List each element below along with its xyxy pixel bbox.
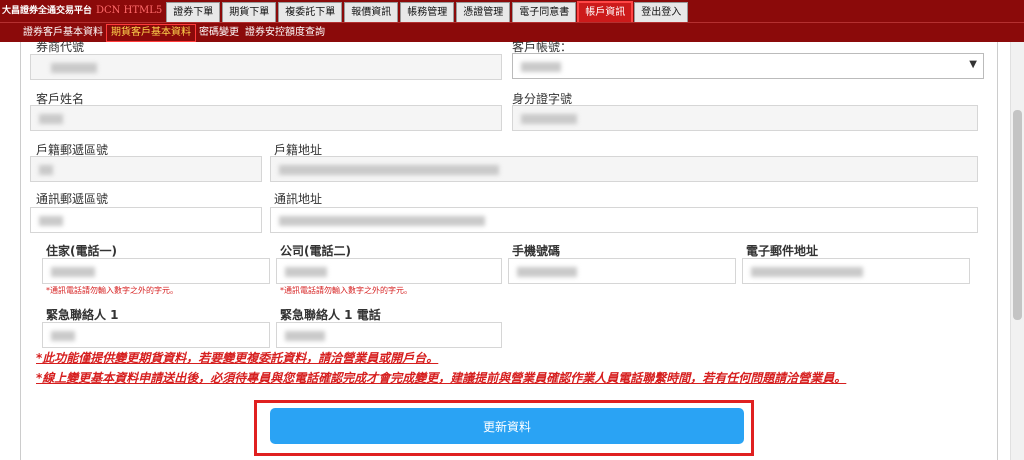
emergency-phone-label: 緊急聯絡人 1 電話 (280, 308, 381, 322)
id-number-field[interactable] (512, 105, 978, 131)
subnav-security-limit-query[interactable]: 證券安控額度查詢 (242, 25, 328, 41)
scrollbar-thumb[interactable] (1013, 110, 1022, 320)
tab-sub-brokerage-order[interactable]: 複委託下單 (278, 2, 343, 22)
mobile-label: 手機號碼 (512, 244, 561, 258)
notice-futures-only: *此功能僅提供變更期貨資料，若要變更複委託資料，請洽營業員或開戶台。 (36, 351, 439, 365)
top-menu-bar: 大昌證券全通交易平台 DCN HTML5 證券下單 期貨下單 複委託下單 報價資… (0, 0, 1024, 23)
tab-quotes[interactable]: 報價資訊 (344, 2, 399, 22)
registered-zip-field[interactable] (30, 156, 262, 182)
home-phone-label: 住家(電話一) (46, 244, 117, 258)
broker-code-field[interactable] (30, 54, 502, 80)
emergency-contact-label: 緊急聯絡人 1 (46, 308, 119, 322)
office-phone-label: 公司(電話二) (280, 244, 351, 258)
tab-account-info[interactable]: 帳戶資訊 (577, 1, 634, 23)
office-phone-field[interactable] (276, 258, 502, 284)
notice-phone-confirmation: *線上變更基本資料申請送出後，必須待專員與您電話確認完成才會完成變更，建議提前與… (36, 371, 847, 385)
emergency-phone-field[interactable] (276, 322, 502, 348)
mailing-zip-label: 通訊郵遞區號 (36, 192, 109, 206)
email-label: 電子郵件地址 (746, 244, 819, 258)
home-phone-field[interactable] (42, 258, 270, 284)
tab-e-consent[interactable]: 電子同意書 (512, 2, 577, 22)
mailing-zip-field[interactable] (30, 207, 262, 233)
tab-futures-order[interactable]: 期貨下單 (222, 2, 277, 22)
subnav-password-change[interactable]: 密碼變更 (196, 25, 242, 41)
tab-stock-order[interactable]: 證券下單 (166, 2, 221, 22)
emergency-contact-field[interactable] (42, 322, 270, 348)
broker-code-label: 券商代號 (36, 40, 85, 54)
mailing-address-label: 通訊地址 (274, 192, 323, 206)
tab-certificate-management[interactable]: 憑證管理 (456, 2, 511, 22)
registered-address-field[interactable] (270, 156, 978, 182)
subnav-futures-basic-info[interactable]: 期貨客戶基本資料 (106, 23, 196, 42)
mailing-address-field[interactable] (270, 207, 978, 233)
tab-account-management[interactable]: 帳務管理 (400, 2, 455, 22)
brand-subtitle: DCN HTML5 (96, 5, 163, 16)
update-data-button[interactable]: 更新資料 (270, 408, 744, 444)
account-select[interactable]: ▼ (512, 53, 984, 79)
office-phone-hint: *通訊電話請勿輸入數字之外的字元。 (280, 286, 412, 295)
home-phone-hint: *通訊電話請勿輸入數字之外的字元。 (46, 286, 178, 295)
vertical-scrollbar[interactable] (1010, 42, 1024, 460)
tab-logout[interactable]: 登出登入 (634, 2, 689, 22)
email-field[interactable] (742, 258, 970, 284)
chevron-down-icon: ▼ (969, 59, 977, 70)
brand-title: 大昌證券全通交易平台 (2, 6, 93, 16)
customer-name-field[interactable] (30, 105, 502, 131)
main-tabs: 證券下單 期貨下單 複委託下單 報價資訊 帳務管理 憑證管理 電子同意書 帳戶資… (166, 1, 690, 23)
mobile-field[interactable] (508, 258, 736, 284)
